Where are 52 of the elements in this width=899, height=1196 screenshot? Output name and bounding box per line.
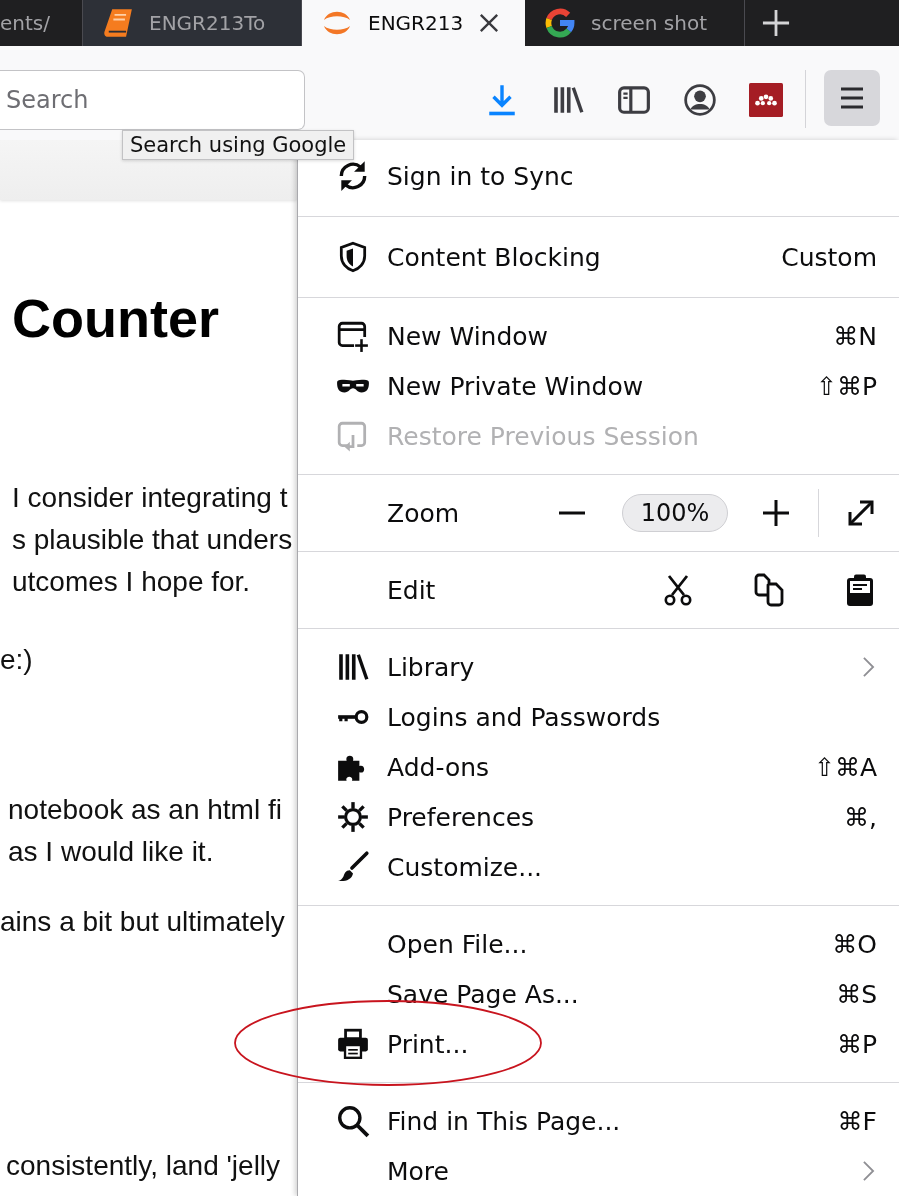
browser-tab[interactable]: ENGR213 xyxy=(302,0,525,46)
shortcut-text: ⇧⌘A xyxy=(813,752,877,782)
dotted-tile-icon[interactable] xyxy=(749,83,783,117)
page-heading: Counter xyxy=(11,287,220,350)
shortcut-text: ⌘N xyxy=(833,321,877,351)
browser-tab[interactable]: ENGR213To xyxy=(83,0,302,46)
menu-item[interactable]: New Window ⌘N xyxy=(298,311,899,361)
menu-item[interactable]: More xyxy=(298,1146,899,1196)
shortcut-text: ⌘P xyxy=(836,1029,877,1059)
menu-item[interactable]: Find in This Page... ⌘F xyxy=(298,1096,899,1146)
brush-icon xyxy=(336,850,370,884)
tooltip: Search using Google xyxy=(122,130,355,160)
menu-item[interactable]: Open File... ⌘O xyxy=(298,919,899,969)
setting-value: Custom xyxy=(781,242,877,272)
chevron-icon xyxy=(862,1160,875,1182)
paragraph-text: ains a bit but ultimately xyxy=(0,905,286,939)
paragraph-text: e:) xyxy=(0,643,34,677)
zoom-level-button[interactable]: 100% xyxy=(622,494,728,532)
paragraph-text: notebook as an html fi as I would like it. xyxy=(7,793,283,869)
printer-icon xyxy=(336,1027,370,1061)
menu-item[interactable]: Library xyxy=(298,642,899,692)
menu-item[interactable]: Print... ⌘P xyxy=(298,1019,899,1069)
edit-label: Edit xyxy=(387,575,436,605)
shortcut-text: ⌘O xyxy=(832,929,877,959)
shortcut-text: ⇧⌘P xyxy=(815,371,877,401)
menu-item[interactable]: Customize... xyxy=(298,842,899,892)
menu-item[interactable]: New Private Window ⇧⌘P xyxy=(298,361,899,411)
shortcut-text: ⌘, xyxy=(844,802,877,832)
menu-item[interactable]: Add-ons ⇧⌘A xyxy=(298,742,899,792)
paragraph-text: I consider integrating t s plausible that unders utcomes I hope for. xyxy=(11,481,294,599)
menu-item[interactable]: Preferences ⌘, xyxy=(298,792,899,842)
plus-icon[interactable] xyxy=(762,499,790,527)
scissors-icon[interactable] xyxy=(663,574,693,606)
person-circle-icon[interactable] xyxy=(683,83,717,117)
window-plus-icon xyxy=(336,319,370,353)
g-letter-icon xyxy=(545,8,575,38)
paragraph-text: consistently, land 'jelly xyxy=(5,1149,282,1183)
zoom-label: Zoom xyxy=(387,498,460,528)
gear-icon xyxy=(336,800,370,834)
menu-button[interactable] xyxy=(824,70,880,126)
chevron-icon xyxy=(862,656,875,678)
menu-item[interactable]: Content Blocking Custom xyxy=(298,230,899,284)
search-field[interactable]: Search xyxy=(0,70,305,130)
search-icon xyxy=(336,1104,370,1138)
close-icon[interactable] xyxy=(479,13,500,33)
clipboard-icon[interactable] xyxy=(845,573,875,607)
shortcut-text: ⌘S xyxy=(836,979,877,1009)
book-icon xyxy=(103,8,133,38)
pages-icon[interactable] xyxy=(753,573,785,607)
shortcut-text: ⌘F xyxy=(837,1106,877,1136)
menu-item[interactable]: Logins and Passwords xyxy=(298,692,899,742)
sidebar-icon[interactable] xyxy=(617,83,651,117)
